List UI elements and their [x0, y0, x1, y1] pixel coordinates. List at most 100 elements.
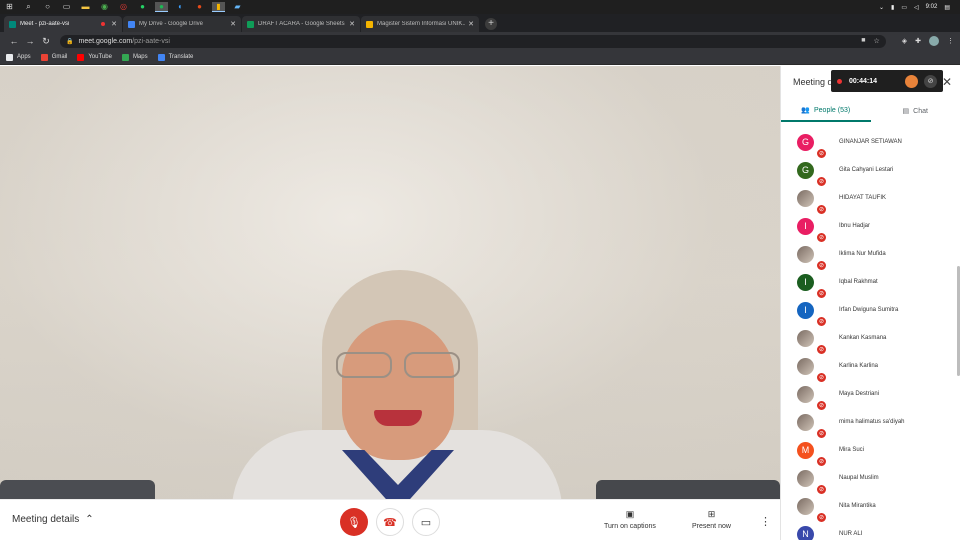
- photos-icon[interactable]: ▰: [231, 2, 244, 12]
- participant-row[interactable]: ⊘ Iklima Nur Mufida: [781, 240, 960, 271]
- back-icon[interactable]: ←: [6, 36, 22, 46]
- bookmark-item[interactable]: Apps: [6, 53, 31, 61]
- more-options-icon[interactable]: ⋮: [760, 515, 771, 528]
- browser-toolbar: ← → ↻ 🔒 meet.google.com/pzi-aate-vsi ■ ☆…: [0, 32, 960, 50]
- opera-icon[interactable]: ◎: [117, 2, 130, 12]
- profile-avatar[interactable]: [929, 36, 939, 46]
- tab-people[interactable]: 👥 People (53): [781, 100, 871, 122]
- browser-tab[interactable]: Magister Sistem Informasi UNIK... ✕: [361, 16, 479, 32]
- participant-avatar: G ⊘: [797, 161, 827, 187]
- microphone-icon[interactable]: ▮: [891, 4, 894, 11]
- windows-start-icon[interactable]: ⊞: [3, 2, 16, 12]
- camera-indicator-icon[interactable]: ■: [861, 37, 865, 45]
- participant-name: Mira Suci: [839, 447, 865, 453]
- participant-row[interactable]: ⊘ Nita Mirantika: [781, 492, 960, 523]
- bookmark-item[interactable]: Maps: [121, 53, 148, 61]
- extensions-puzzle-icon[interactable]: ✚: [915, 37, 921, 45]
- tab-favicon: [9, 20, 16, 28]
- bookmark-favicon: [6, 53, 13, 61]
- stop-recording-button[interactable]: [905, 74, 918, 88]
- bookmark-item[interactable]: Translate: [157, 53, 193, 61]
- close-tab-icon[interactable]: ✕: [468, 20, 474, 28]
- participant-name: Iqbal Rakhmat: [839, 279, 878, 285]
- participant-row[interactable]: ⊘ Naupal Muslim: [781, 464, 960, 495]
- meeting-details-button[interactable]: Meeting details ⌃: [12, 514, 94, 525]
- edge-icon[interactable]: ◐: [174, 2, 187, 12]
- speaker-face: [342, 320, 454, 460]
- participant-avatar: ⊘: [797, 245, 827, 271]
- forward-icon[interactable]: →: [22, 36, 38, 46]
- participant-row[interactable]: I ⊘ Irfan Dwiguna Sumitra: [781, 296, 960, 327]
- chrome-icon[interactable]: ◉: [98, 2, 111, 12]
- participant-row[interactable]: G ⊘ Gita Cahyani Lestari: [781, 156, 960, 187]
- recorder-mic-off-icon[interactable]: ⊘: [924, 74, 937, 88]
- volume-icon[interactable]: ◁: [914, 4, 919, 11]
- captions-button[interactable]: ▣ Turn on captions: [604, 509, 656, 530]
- bookmark-favicon: [157, 53, 165, 61]
- task-view-icon[interactable]: ▭: [60, 2, 73, 12]
- chair-left: [0, 480, 155, 499]
- recording-time: 00:44:14: [849, 77, 878, 85]
- participant-row[interactable]: G ⊘ GINANJAR SETIAWAN: [781, 128, 960, 159]
- participant-row[interactable]: ⊘ HIDAYAT TAUFIK: [781, 184, 960, 215]
- whatsapp-icon[interactable]: ●: [136, 2, 149, 12]
- bookmark-star-icon[interactable]: ☆: [873, 37, 879, 45]
- participant-avatar: G ⊘: [797, 133, 827, 159]
- participant-avatar: ⊘: [797, 385, 827, 411]
- participant-row[interactable]: N⊘ NUR ALI: [781, 520, 960, 540]
- meet-control-bar: Meeting details ⌃ 🎙 ☎ ▭ ▣ Turn on captio…: [0, 499, 780, 540]
- speaker-glasses: [336, 352, 460, 380]
- leave-call-button[interactable]: ☎: [376, 508, 404, 536]
- close-icon[interactable]: ✕: [942, 75, 952, 89]
- close-tab-icon[interactable]: ✕: [111, 20, 117, 28]
- spotify-icon[interactable]: ●: [155, 2, 168, 12]
- browser-tab[interactable]: My Drive - Google Drive ✕: [123, 16, 241, 32]
- participant-row[interactable]: I ⊘ Iqbal Rakhmat: [781, 268, 960, 299]
- participant-row[interactable]: ⊘ Karlina Karlina: [781, 352, 960, 383]
- tab-title: Magister Sistem Informasi UNIK...: [377, 21, 466, 27]
- participant-avatar: ⊘: [797, 413, 827, 439]
- camera-toggle-button[interactable]: ▭: [412, 508, 440, 536]
- tab-people-label: People (53): [814, 106, 851, 114]
- file-explorer-icon[interactable]: ▬: [79, 2, 92, 12]
- bookmark-item[interactable]: Gmail: [40, 53, 67, 61]
- search-icon[interactable]: ⌕: [22, 2, 35, 12]
- lock-icon[interactable]: 🔒: [66, 38, 73, 45]
- clock[interactable]: 9:02: [926, 4, 938, 10]
- recording-dot-icon: [101, 22, 106, 26]
- reload-icon[interactable]: ↻: [38, 36, 54, 47]
- participant-row[interactable]: ⊘ Kankan Kasmana: [781, 324, 960, 355]
- notification-icon[interactable]: ▤: [944, 4, 950, 11]
- participant-name: Kankan Kasmana: [839, 335, 887, 341]
- browser-tab[interactable]: Meet - pzi-aate-vsi ✕: [4, 16, 122, 32]
- present-now-button[interactable]: ⊞ Present now: [692, 509, 731, 530]
- tab-favicon: [366, 20, 373, 28]
- participant-avatar: ⊘: [797, 357, 827, 383]
- browser-menu-icon[interactable]: ⋮: [947, 37, 954, 45]
- speaker-figure: [232, 270, 562, 499]
- browser-tab[interactable]: DRAFT ACARA - Google Sheets ✕: [242, 16, 360, 32]
- participant-row[interactable]: ⊘ Maya Destriani: [781, 380, 960, 411]
- cortana-icon[interactable]: ○: [41, 2, 54, 12]
- powerpoint-icon[interactable]: ●: [193, 2, 206, 12]
- participant-name: Gita Cahyani Lestari: [839, 167, 894, 173]
- participants-panel: Meeting details 00:44:14 ⊘ ✕ 👥 People (5…: [780, 66, 960, 540]
- bookmark-item[interactable]: YouTube: [77, 53, 112, 61]
- app-icon[interactable]: ▮: [212, 2, 225, 12]
- participant-row[interactable]: ⊘ mima halimatus sa'diyah: [781, 408, 960, 439]
- tab-chat[interactable]: ▤ Chat: [871, 100, 960, 122]
- battery-icon[interactable]: ▭: [901, 4, 907, 11]
- close-tab-icon[interactable]: ✕: [230, 20, 236, 28]
- speaker-mouth: [374, 410, 422, 426]
- participant-row[interactable]: I ⊘ Ibnu Hadjar: [781, 212, 960, 243]
- participant-row[interactable]: M ⊘ Mira Suci: [781, 436, 960, 467]
- extension-shield-icon[interactable]: ◈: [902, 37, 907, 45]
- camera-icon: ▭: [420, 516, 432, 529]
- mic-toggle-button[interactable]: 🎙: [340, 508, 368, 536]
- recording-indicator: 00:44:14 ⊘: [831, 70, 943, 92]
- bookmark-favicon: [77, 53, 85, 61]
- new-tab-button[interactable]: +: [485, 18, 497, 30]
- chevron-up-icon[interactable]: ⌄: [879, 4, 884, 11]
- address-bar[interactable]: 🔒 meet.google.com/pzi-aate-vsi ■ ☆: [60, 34, 886, 48]
- close-tab-icon[interactable]: ✕: [349, 20, 355, 28]
